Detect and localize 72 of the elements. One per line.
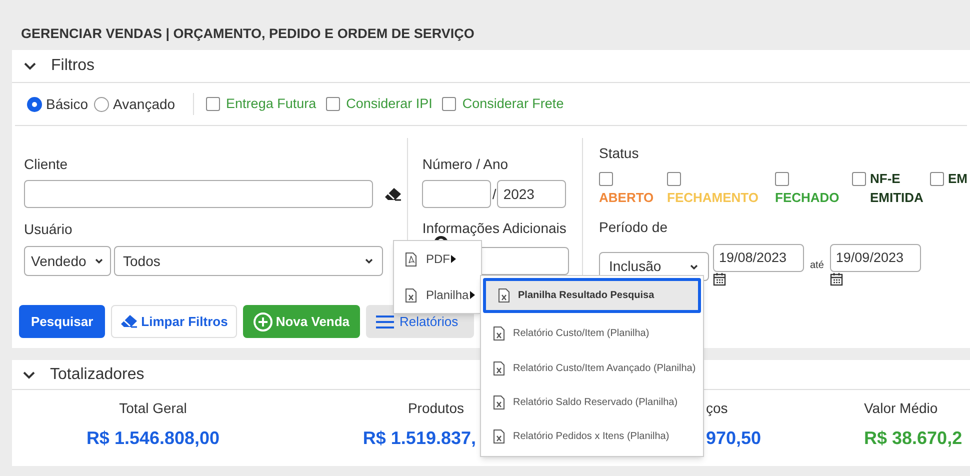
menu-item[interactable]: PDF <box>394 247 481 271</box>
radio-button[interactable] <box>94 96 110 112</box>
submenu-arrow-icon <box>470 291 475 299</box>
total-label: ços <box>706 399 728 418</box>
until-label: até <box>810 259 824 273</box>
field-label: Informações Adicionais <box>422 219 566 238</box>
eraser-icon <box>384 186 402 202</box>
total-label: Produtos <box>408 399 464 418</box>
checkbox[interactable] <box>930 172 944 186</box>
pdf-file-icon <box>405 252 417 266</box>
checkbox[interactable] <box>326 97 340 111</box>
checkbox[interactable] <box>442 97 456 111</box>
caret-icon <box>364 256 374 266</box>
field-label: Número / Ano <box>422 155 508 174</box>
status-label: ABERTO <box>599 189 654 207</box>
submenu-arrow-icon <box>451 255 456 263</box>
clear-filters-button[interactable]: Limpar Filtros <box>111 305 237 338</box>
submenu-item[interactable]: Relatório Custo/Item Avançado (Planilha) <box>481 350 703 386</box>
submenu-item[interactable]: Relatório Pedidos x Itens (Planilha) <box>481 420 703 454</box>
field-label: Período de <box>599 218 668 237</box>
date-field[interactable]: 19/08/2023 <box>713 244 804 272</box>
year-field[interactable]: 2023 <box>497 180 566 208</box>
spreadsheet-file-icon <box>493 394 505 410</box>
calendar-icon[interactable] <box>830 272 843 286</box>
spreadsheet-file-icon <box>498 288 510 303</box>
checkbox[interactable] <box>667 172 681 186</box>
client-field[interactable] <box>24 180 373 208</box>
page-title: GERENCIAR VENDAS | ORÇAMENTO, PEDIDO E ORDEM DE SERVIÇO <box>21 26 474 41</box>
option-label: Entrega Futura <box>226 94 316 113</box>
spreadsheet-file-icon <box>493 429 505 444</box>
checkbox[interactable] <box>599 172 613 186</box>
radio-label: Avançado <box>113 94 176 114</box>
submenu-item[interactable]: Relatório Saldo Reservado (Planilha) <box>481 385 703 420</box>
checkbox[interactable] <box>206 97 220 111</box>
total-label: Valor Médio <box>864 399 938 418</box>
field-label: Cliente <box>24 155 68 174</box>
checkbox[interactable] <box>852 172 866 186</box>
status-label: EM <box>948 170 968 188</box>
menu-icon <box>376 314 394 328</box>
total-value: R$ 1.546.808,00 <box>86 427 220 450</box>
eraser-icon <box>120 314 138 329</box>
total-value: 970,50 <box>706 427 762 450</box>
search-button[interactable]: Pesquisar <box>19 305 106 338</box>
date-field[interactable]: 19/09/2023 <box>830 244 921 272</box>
section-title[interactable]: Totalizadores <box>50 362 144 386</box>
status-label: NF-E EMITIDA <box>870 170 924 207</box>
submenu-item[interactable]: Planilha Resultado Pesquisa <box>483 278 701 313</box>
plus-circle-icon <box>252 312 273 332</box>
total-label: Total Geral <box>119 399 187 418</box>
radio-button[interactable] <box>27 96 42 112</box>
submenu-item[interactable]: Relatório Custo/Item (Planilha) <box>481 316 703 351</box>
calendar-icon[interactable] <box>713 272 726 286</box>
total-value: R$ 1.519.837, <box>362 427 476 450</box>
total-value: R$ 38.670,2 <box>864 427 962 450</box>
caret-icon <box>94 256 104 266</box>
spreadsheet-file-icon <box>493 360 505 376</box>
user-type-select[interactable]: Vendedo <box>24 246 111 276</box>
checkbox[interactable] <box>775 172 789 186</box>
status-label: FECHADO <box>775 189 840 207</box>
user-select[interactable]: Todos <box>114 246 383 276</box>
spreadsheet-file-icon <box>405 288 417 302</box>
option-label: Considerar Frete <box>462 94 564 113</box>
status-label: FECHAMENTO <box>667 189 758 207</box>
field-label: Status <box>599 144 639 163</box>
field-label: Usuário <box>24 220 72 239</box>
menu-item[interactable]: Planilha <box>394 283 481 307</box>
number-field[interactable] <box>422 180 492 208</box>
separator-text: / <box>492 184 496 204</box>
section-title[interactable]: Filtros <box>51 54 95 78</box>
spreadsheet-file-icon <box>493 326 505 342</box>
radio-label: Básico <box>46 94 88 114</box>
option-label: Considerar IPI <box>346 94 432 113</box>
